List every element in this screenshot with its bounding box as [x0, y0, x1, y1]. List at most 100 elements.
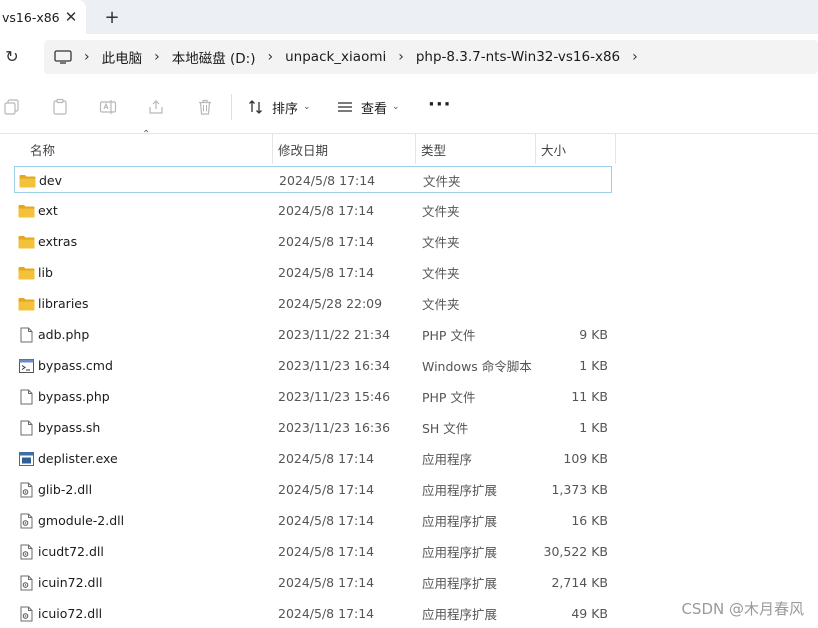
- file-row[interactable]: adb.php 2023/11/22 21:34 PHP 文件 9 KB: [14, 321, 612, 348]
- file-date: 2024/5/8 17:14: [279, 173, 376, 188]
- file-size: 49 KB: [571, 606, 608, 621]
- file-row[interactable]: bypass.sh 2023/11/23 16:36 SH 文件 1 KB: [14, 414, 612, 441]
- file-type: 应用程序扩展: [422, 576, 498, 591]
- refresh-icon[interactable]: ↻: [2, 46, 22, 66]
- rename-icon[interactable]: [98, 97, 118, 117]
- file-date: 2024/5/8 17:14: [278, 234, 375, 249]
- breadcrumb-unpack-xiaomi[interactable]: unpack_xiaomi: [285, 49, 386, 65]
- exe-icon: [17, 445, 35, 472]
- file-type: PHP 文件: [422, 390, 476, 405]
- dll-icon: [17, 507, 35, 534]
- file-type: 文件夹: [422, 235, 460, 250]
- address-bar[interactable]: › 此电脑 › 本地磁盘 (D:) › unpack_xiaomi › php-…: [44, 40, 818, 74]
- view-button[interactable]: 查看 ⌄: [337, 97, 400, 117]
- file-date: 2024/5/8 17:14: [278, 482, 375, 497]
- column-type[interactable]: 类型: [415, 134, 535, 164]
- file-name: bypass.sh: [38, 420, 101, 435]
- file-name: dev: [39, 173, 63, 188]
- file-type: 文件夹: [422, 204, 460, 219]
- close-tab-icon[interactable]: ✕: [62, 8, 80, 26]
- file-date: 2024/5/8 17:14: [278, 451, 375, 466]
- chevron-down-icon: ⌄: [392, 102, 400, 112]
- this-pc-icon[interactable]: [54, 50, 72, 64]
- new-tab-icon[interactable]: +: [101, 6, 123, 28]
- sort-button[interactable]: 排序 ⌄: [248, 97, 311, 117]
- share-icon[interactable]: [146, 97, 166, 117]
- file-date: 2024/5/8 17:14: [278, 203, 375, 218]
- tab-strip: vs16-x86 ✕ +: [0, 0, 818, 34]
- address-row: ↻ › 此电脑 › 本地磁盘 (D:) › unpack_xiaomi › ph…: [0, 34, 818, 80]
- file-date: 2023/11/23 16:34: [278, 358, 391, 373]
- file-name: gmodule-2.dll: [38, 513, 125, 528]
- file-row[interactable]: deplister.exe 2024/5/8 17:14 应用程序 109 KB: [14, 445, 612, 472]
- column-divider[interactable]: [615, 134, 616, 164]
- file-type: 文件夹: [422, 266, 460, 281]
- breadcrumb-drive-d[interactable]: 本地磁盘 (D:): [172, 47, 256, 67]
- breadcrumb-this-pc[interactable]: 此电脑: [102, 47, 143, 67]
- delete-icon[interactable]: [195, 97, 215, 117]
- file-date: 2024/5/8 17:14: [278, 606, 375, 621]
- breadcrumb-separator-icon[interactable]: ›: [632, 49, 638, 65]
- file-type: 文件夹: [422, 297, 460, 312]
- file-row[interactable]: lib 2024/5/8 17:14 文件夹: [14, 259, 612, 286]
- tab-current[interactable]: vs16-x86 ✕: [0, 0, 86, 34]
- file-row[interactable]: icuin72.dll 2024/5/8 17:14 应用程序扩展 2,714 KB: [14, 569, 612, 596]
- file-date: 2024/5/8 17:14: [278, 544, 375, 559]
- file-row[interactable]: gmodule-2.dll 2024/5/8 17:14 应用程序扩展 16 KB: [14, 507, 612, 534]
- sort-label: 排序: [272, 101, 299, 117]
- more-options-icon[interactable]: ···: [428, 94, 452, 115]
- breadcrumb-separator-icon[interactable]: ›: [268, 49, 274, 65]
- file-name: ext: [38, 203, 58, 218]
- file-type: 应用程序扩展: [422, 545, 498, 560]
- file-date: 2023/11/22 21:34: [278, 327, 391, 342]
- file-row[interactable]: glib-2.dll 2024/5/8 17:14 应用程序扩展 1,373 KB: [14, 476, 612, 503]
- file-icon: [17, 383, 35, 410]
- file-size: 9 KB: [579, 327, 608, 342]
- file-size: 1,373 KB: [551, 482, 608, 497]
- folder-icon: [17, 228, 35, 255]
- command-bar: 排序 ⌄ 查看 ⌄ ···: [0, 80, 818, 134]
- breadcrumb-php-folder[interactable]: php-8.3.7-nts-Win32-vs16-x86: [416, 49, 620, 65]
- file-size: 1 KB: [579, 420, 608, 435]
- file-row[interactable]: bypass.php 2023/11/23 15:46 PHP 文件 11 KB: [14, 383, 612, 410]
- column-size[interactable]: 大小: [535, 134, 615, 164]
- file-name: libraries: [38, 296, 89, 311]
- file-type: 应用程序: [422, 452, 473, 467]
- file-date: 2024/5/8 17:14: [278, 265, 375, 280]
- file-row[interactable]: bypass.cmd 2023/11/23 16:34 Windows 命令脚本 1 …: [14, 352, 612, 379]
- breadcrumb-separator-icon[interactable]: ›: [154, 49, 160, 65]
- folder-icon: [18, 167, 36, 194]
- column-date[interactable]: 修改日期: [272, 134, 415, 164]
- dll-icon: [17, 538, 35, 565]
- file-date: 2023/11/23 15:46: [278, 389, 391, 404]
- breadcrumb-separator-icon[interactable]: ›: [84, 49, 90, 65]
- file-row[interactable]: extras 2024/5/8 17:14 文件夹: [14, 228, 612, 255]
- paste-icon[interactable]: [50, 97, 70, 117]
- view-label: 查看: [361, 101, 388, 117]
- file-size: 1 KB: [579, 358, 608, 373]
- toolbar-divider: [231, 94, 232, 120]
- column-name[interactable]: 名称: [24, 134, 272, 164]
- file-type: 文件夹: [423, 174, 461, 189]
- copy-icon[interactable]: [2, 97, 22, 117]
- file-name: adb.php: [38, 327, 90, 342]
- sort-icon: [249, 100, 262, 114]
- file-row[interactable]: icuio72.dll 2024/5/8 17:14 应用程序扩展 49 KB: [14, 600, 612, 627]
- script-icon: [17, 352, 35, 379]
- breadcrumb-separator-icon[interactable]: ›: [398, 49, 404, 65]
- file-date: 2024/5/8 17:14: [278, 513, 375, 528]
- dll-icon: [17, 600, 35, 627]
- file-row[interactable]: icudt72.dll 2024/5/8 17:14 应用程序扩展 30,522 KB: [14, 538, 612, 565]
- file-icon: [17, 321, 35, 348]
- file-date: 2023/11/23 16:36: [278, 420, 391, 435]
- file-type: 应用程序扩展: [422, 514, 498, 529]
- file-icon: [17, 414, 35, 441]
- file-size: 30,522 KB: [543, 544, 608, 559]
- file-name: bypass.cmd: [38, 358, 113, 373]
- file-size: 11 KB: [571, 389, 608, 404]
- file-row[interactable]: ext 2024/5/8 17:14 文件夹: [14, 197, 612, 224]
- file-type: PHP 文件: [422, 328, 476, 343]
- file-row[interactable]: dev 2024/5/8 17:14 文件夹: [14, 166, 612, 193]
- file-name: extras: [38, 234, 78, 249]
- file-row[interactable]: libraries 2024/5/28 22:09 文件夹: [14, 290, 612, 317]
